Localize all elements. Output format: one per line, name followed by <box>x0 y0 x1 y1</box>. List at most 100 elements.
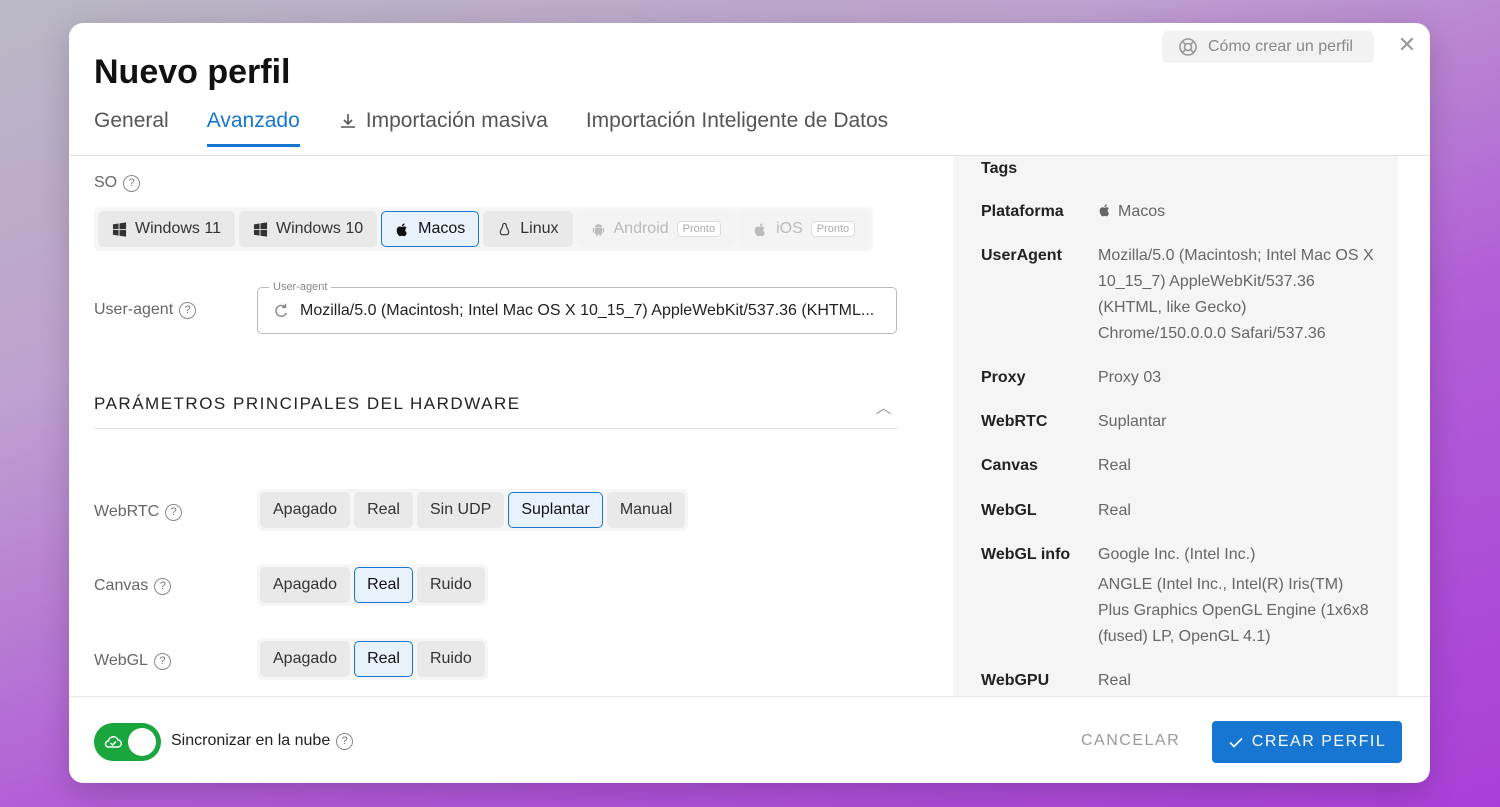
cloud-sync-label: Sincronizar en la nube ? <box>171 732 354 750</box>
sync-label-text: Sincronizar en la nube <box>171 732 331 749</box>
tab-label: Importación Inteligente de Datos <box>585 109 889 132</box>
summary-key: WebRTC <box>981 413 1048 430</box>
cloud-sync-toggle[interactable] <box>94 723 161 761</box>
webrtc-option-apagado[interactable]: Apagado <box>260 492 351 528</box>
new-profile-dialog: Nuevo perfil Cómo crear un perfil ✕ Gene… <box>69 23 1430 783</box>
summary-platform: Plataforma Macos <box>981 199 1378 225</box>
user-agent-label-text: User-agent <box>94 301 174 318</box>
apple-icon <box>396 222 408 236</box>
coming-soon-badge: Pronto <box>676 221 722 237</box>
os-selector: Windows 11 Windows 10 Macos Linux Androi… <box>94 207 874 251</box>
tab-bar: General Avanzado Importación masiva Impo… <box>94 109 888 147</box>
webrtc-option-sin-udp[interactable]: Sin UDP <box>416 492 505 528</box>
webgl-vendor: Google Inc. (Intel Inc.) <box>1098 546 1256 563</box>
tab-importacion-inteligente[interactable]: Importación Inteligente de Datos <box>586 109 888 145</box>
summary-value: Real <box>1098 457 1131 474</box>
help-icon[interactable]: ? <box>179 301 197 319</box>
page-title: Nuevo perfil <box>94 53 291 91</box>
os-label-text: SO <box>94 174 118 191</box>
summary-key: WebGL info <box>981 546 1071 563</box>
canvas-label-text: Canvas <box>94 577 149 594</box>
summary-value: Mozilla/5.0 (Macintosh; Intel Mac OS X 1… <box>1098 247 1374 342</box>
summary-value: Real <box>1098 502 1131 519</box>
how-to-create-profile-button[interactable]: Cómo crear un perfil <box>1162 31 1374 63</box>
webgl-option-apagado[interactable]: Apagado <box>260 641 351 677</box>
close-icon[interactable]: ✕ <box>1397 34 1417 56</box>
os-option-linux[interactable]: Linux <box>483 211 573 247</box>
webgl-label-text: WebGL <box>94 652 148 669</box>
os-option-windows-10[interactable]: Windows 10 <box>238 211 378 247</box>
summary-value: Proxy 03 <box>1098 369 1162 386</box>
os-label: SO ? <box>94 174 141 192</box>
cloud-check-icon <box>104 736 122 748</box>
coming-soon-badge: Pronto <box>810 221 856 237</box>
summary-value: Real <box>1098 672 1131 689</box>
os-option-android: Android Pronto <box>576 211 736 247</box>
help-icon[interactable]: ? <box>165 503 183 521</box>
tab-importacion-masiva[interactable]: Importación masiva <box>338 109 548 145</box>
webgl-option-ruido[interactable]: Ruido <box>416 641 485 677</box>
tab-avanzado[interactable]: Avanzado <box>206 109 300 147</box>
linux-icon <box>499 222 510 235</box>
section-title: PARÁMETROS PRINCIPALES DEL HARDWARE <box>94 394 521 413</box>
summary-value: Google Inc. (Intel Inc.) ANGLE (Intel In… <box>1098 542 1378 650</box>
canvas-option-real[interactable]: Real <box>354 567 413 603</box>
tab-label: Avanzado <box>206 109 300 132</box>
lifebuoy-icon <box>1179 38 1197 56</box>
form-panel: SO ? Windows 11 Windows 10 Macos Linux A… <box>94 156 898 696</box>
summary-useragent: UserAgent Mozilla/5.0 (Macintosh; Intel … <box>981 243 1378 347</box>
help-icon[interactable]: ? <box>123 174 141 192</box>
refresh-icon[interactable] <box>272 302 290 320</box>
apple-icon <box>754 222 765 236</box>
os-option-ios: iOS Pronto <box>739 211 870 247</box>
webrtc-option-real[interactable]: Real <box>354 492 413 528</box>
canvas-option-ruido[interactable]: Ruido <box>416 567 485 603</box>
help-icon[interactable]: ? <box>153 652 171 670</box>
summary-webgl: WebGL Real <box>981 498 1378 524</box>
summary-webrtc: WebRTC Suplantar <box>981 409 1378 435</box>
os-option-windows-11[interactable]: Windows 11 <box>98 211 235 247</box>
footer-divider <box>69 696 1430 697</box>
create-profile-button[interactable]: CREAR PERFIL <box>1212 721 1402 763</box>
user-agent-label: User-agent ? <box>94 301 197 319</box>
toggle-knob <box>128 728 156 756</box>
os-option-label: Macos <box>418 220 466 237</box>
tab-label: General <box>94 109 169 132</box>
os-option-label: Linux <box>520 220 559 237</box>
summary-proxy: Proxy Proxy 03 <box>981 365 1378 391</box>
user-agent-input[interactable]: Mozilla/5.0 (Macintosh; Intel Mac OS X 1… <box>257 287 897 334</box>
windows-icon <box>112 221 127 237</box>
summary-key: WebGPU <box>981 672 1050 689</box>
summary-key: Plataforma <box>981 203 1064 220</box>
os-option-macos[interactable]: Macos <box>381 211 480 247</box>
download-icon <box>340 114 355 128</box>
canvas-selector: Apagado Real Ruido <box>257 564 488 606</box>
chevron-up-icon[interactable]: ︿ <box>875 394 893 418</box>
webrtc-label-text: WebRTC <box>94 503 160 520</box>
summary-webgpu: WebGPU Real <box>981 668 1378 694</box>
webgl-option-real[interactable]: Real <box>354 641 413 677</box>
os-option-label: iOS <box>776 220 803 237</box>
summary-key: Proxy <box>981 369 1026 386</box>
platform-value: Macos <box>1118 203 1166 220</box>
canvas-option-apagado[interactable]: Apagado <box>260 567 351 603</box>
hardware-section-header[interactable]: PARÁMETROS PRINCIPALES DEL HARDWARE ︿ <box>94 394 898 429</box>
summary-value: Suplantar <box>1098 413 1167 430</box>
summary-key: UserAgent <box>981 247 1062 264</box>
cancel-button[interactable]: CANCELAR <box>1081 732 1180 750</box>
webgl-selector: Apagado Real Ruido <box>257 638 488 680</box>
summary-canvas: Canvas Real <box>981 453 1378 479</box>
tab-general[interactable]: General <box>94 109 169 145</box>
webrtc-option-suplantar[interactable]: Suplantar <box>508 492 603 528</box>
webrtc-option-manual[interactable]: Manual <box>606 492 686 528</box>
tab-label: Importación masiva <box>365 109 548 132</box>
create-label: CREAR PERFIL <box>1251 733 1387 750</box>
os-option-label: Android <box>613 220 669 237</box>
os-option-label: Windows 10 <box>275 220 364 237</box>
help-icon[interactable]: ? <box>154 577 172 595</box>
summary-webgl-info: WebGL info Google Inc. (Intel Inc.) ANGL… <box>981 542 1378 650</box>
check-icon <box>1229 737 1243 748</box>
user-agent-value: Mozilla/5.0 (Macintosh; Intel Mac OS X 1… <box>300 301 875 319</box>
help-icon[interactable]: ? <box>336 732 354 750</box>
os-option-label: Windows 11 <box>135 220 221 237</box>
